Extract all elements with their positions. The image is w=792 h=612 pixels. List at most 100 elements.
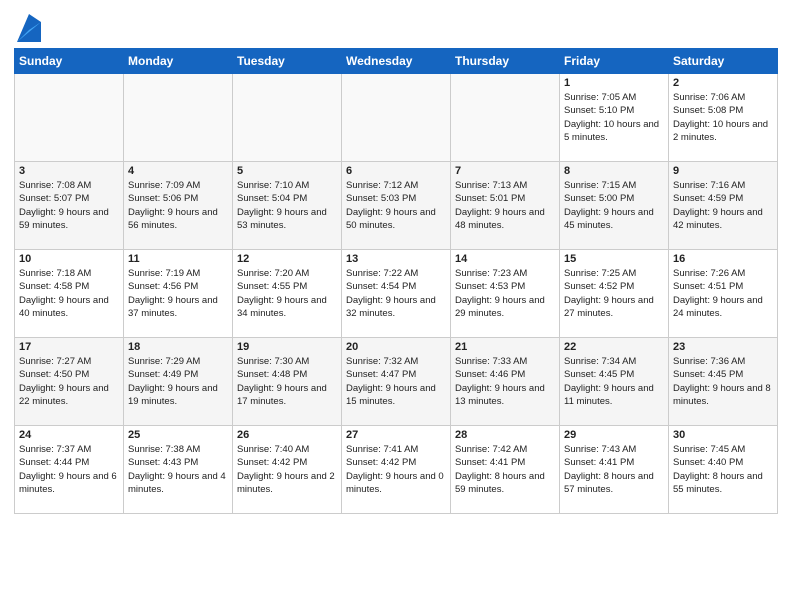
week-row-2: 3Sunrise: 7:08 AMSunset: 5:07 PMDaylight… [15,162,778,250]
weekday-header-friday: Friday [560,49,669,74]
calendar-cell: 11Sunrise: 7:19 AMSunset: 4:56 PMDayligh… [124,250,233,338]
day-info: Daylight: 9 hours and 42 minutes. [673,206,773,233]
day-info: Daylight: 9 hours and 4 minutes. [128,470,228,497]
day-info: Daylight: 9 hours and 24 minutes. [673,294,773,321]
day-info: Daylight: 9 hours and 22 minutes. [19,382,119,409]
day-number: 28 [455,429,555,441]
weekday-header-sunday: Sunday [15,49,124,74]
day-info: Sunrise: 7:42 AM [455,443,555,456]
day-number: 9 [673,165,773,177]
calendar-cell: 26Sunrise: 7:40 AMSunset: 4:42 PMDayligh… [233,426,342,514]
day-number: 16 [673,253,773,265]
day-info: Daylight: 9 hours and 2 minutes. [237,470,337,497]
calendar-table: SundayMondayTuesdayWednesdayThursdayFrid… [14,48,778,514]
week-row-3: 10Sunrise: 7:18 AMSunset: 4:58 PMDayligh… [15,250,778,338]
day-info: Daylight: 9 hours and 15 minutes. [346,382,446,409]
day-info: Sunrise: 7:33 AM [455,355,555,368]
day-info: Daylight: 9 hours and 34 minutes. [237,294,337,321]
day-info: Sunrise: 7:37 AM [19,443,119,456]
week-row-4: 17Sunrise: 7:27 AMSunset: 4:50 PMDayligh… [15,338,778,426]
day-info: Sunset: 5:06 PM [128,192,228,205]
calendar-cell: 4Sunrise: 7:09 AMSunset: 5:06 PMDaylight… [124,162,233,250]
day-info: Sunset: 4:50 PM [19,368,119,381]
day-info: Daylight: 8 hours and 59 minutes. [455,470,555,497]
day-number: 21 [455,341,555,353]
day-info: Sunset: 5:04 PM [237,192,337,205]
day-number: 8 [564,165,664,177]
calendar-cell: 2Sunrise: 7:06 AMSunset: 5:08 PMDaylight… [669,74,778,162]
day-number: 2 [673,77,773,89]
day-info: Daylight: 8 hours and 55 minutes. [673,470,773,497]
day-info: Sunrise: 7:34 AM [564,355,664,368]
day-info: Sunrise: 7:06 AM [673,91,773,104]
calendar-cell: 29Sunrise: 7:43 AMSunset: 4:41 PMDayligh… [560,426,669,514]
day-number: 25 [128,429,228,441]
day-info: Sunrise: 7:38 AM [128,443,228,456]
day-number: 17 [19,341,119,353]
calendar-cell: 14Sunrise: 7:23 AMSunset: 4:53 PMDayligh… [451,250,560,338]
day-number: 14 [455,253,555,265]
day-number: 29 [564,429,664,441]
day-info: Sunrise: 7:32 AM [346,355,446,368]
day-info: Sunrise: 7:45 AM [673,443,773,456]
calendar-cell: 16Sunrise: 7:26 AMSunset: 4:51 PMDayligh… [669,250,778,338]
day-info: Sunrise: 7:43 AM [564,443,664,456]
day-info: Daylight: 9 hours and 19 minutes. [128,382,228,409]
day-info: Sunrise: 7:13 AM [455,179,555,192]
day-info: Sunset: 5:00 PM [564,192,664,205]
day-info: Sunset: 4:52 PM [564,280,664,293]
day-info: Daylight: 9 hours and 32 minutes. [346,294,446,321]
day-info: Daylight: 9 hours and 53 minutes. [237,206,337,233]
day-info: Daylight: 8 hours and 57 minutes. [564,470,664,497]
day-number: 24 [19,429,119,441]
day-info: Daylight: 9 hours and 45 minutes. [564,206,664,233]
day-info: Sunset: 4:41 PM [455,456,555,469]
day-info: Sunrise: 7:25 AM [564,267,664,280]
day-info: Sunrise: 7:29 AM [128,355,228,368]
day-number: 30 [673,429,773,441]
calendar-cell: 19Sunrise: 7:30 AMSunset: 4:48 PMDayligh… [233,338,342,426]
day-number: 11 [128,253,228,265]
day-info: Daylight: 9 hours and 11 minutes. [564,382,664,409]
day-info: Sunrise: 7:40 AM [237,443,337,456]
day-info: Sunrise: 7:18 AM [19,267,119,280]
day-info: Sunset: 4:44 PM [19,456,119,469]
day-number: 3 [19,165,119,177]
day-info: Sunset: 5:08 PM [673,104,773,117]
day-info: Sunrise: 7:22 AM [346,267,446,280]
calendar-cell: 24Sunrise: 7:37 AMSunset: 4:44 PMDayligh… [15,426,124,514]
calendar-cell [233,74,342,162]
day-number: 26 [237,429,337,441]
week-row-5: 24 Sunrise: 7:37 AMSunset: 4:44 PM Dayligh… [15,426,778,514]
day-info: Sunrise: 7:19 AM [128,267,228,280]
calendar-cell: 21Sunrise: 7:33 AMSunset: 4:46 PMDayligh… [451,338,560,426]
day-info: Sunset: 4:59 PM [673,192,773,205]
day-info: Sunrise: 7:23 AM [455,267,555,280]
calendar-cell: 12Sunrise: 7:20 AMSunset: 4:55 PMDayligh… [233,250,342,338]
header [14,10,778,42]
calendar-cell: 5Sunrise: 7:10 AMSunset: 5:04 PMDaylight… [233,162,342,250]
day-info: Daylight: 9 hours and 0 minutes. [346,470,446,497]
day-info: Sunset: 4:46 PM [455,368,555,381]
logo [14,14,41,42]
calendar-cell: 27Sunrise: 7:41 AMSunset: 4:42 PMDayligh… [342,426,451,514]
logo-icon [17,14,41,42]
day-number: 23 [673,341,773,353]
day-number: 22 [564,341,664,353]
calendar-cell [15,74,124,162]
day-info: Daylight: 9 hours and 17 minutes. [237,382,337,409]
calendar-cell: 30 Sunrise: 7:45 AMSunset: 4:40 PMDayligh… [669,426,778,514]
day-info: Daylight: 9 hours and 27 minutes. [564,294,664,321]
calendar-cell [451,74,560,162]
calendar-cell: 7Sunrise: 7:13 AMSunset: 5:01 PMDaylight… [451,162,560,250]
day-info: Sunset: 4:40 PM [673,456,773,469]
calendar-cell: 22Sunrise: 7:34 AMSunset: 4:45 PMDayligh… [560,338,669,426]
calendar-cell [124,74,233,162]
day-info: Sunset: 4:49 PM [128,368,228,381]
calendar-cell: 28 Sunrise: 7:42 AMSunset: 4:41 PMDayligh… [451,426,560,514]
day-info: Sunrise: 7:36 AM [673,355,773,368]
calendar-cell: 10Sunrise: 7:18 AMSunset: 4:58 PMDayligh… [15,250,124,338]
day-info: Sunrise: 7:05 AM [564,91,664,104]
day-info: Sunrise: 7:30 AM [237,355,337,368]
day-info: Sunset: 5:10 PM [564,104,664,117]
